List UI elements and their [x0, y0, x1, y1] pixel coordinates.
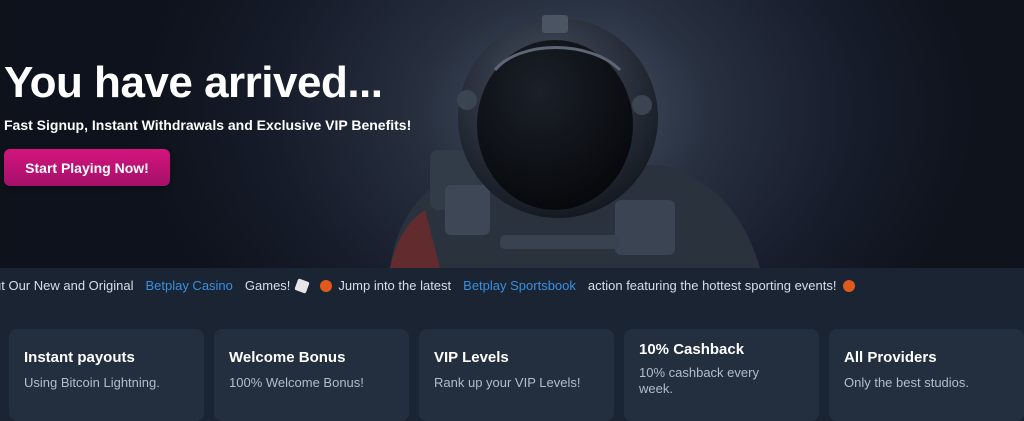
hero-subtitle: Fast Signup, Instant Withdrawals and Exc…: [4, 117, 412, 133]
astronaut-illustration: [390, 15, 760, 268]
basketball-icon: [842, 279, 855, 292]
feature-cards: Instant payouts Using Bitcoin Lightning.…: [0, 302, 1024, 421]
feature-title: VIP Levels: [434, 349, 509, 366]
feature-title: Instant payouts: [24, 349, 135, 366]
feature-card-cashback[interactable]: 10% Cashback 10% cashback every week.: [624, 329, 819, 421]
feature-title: Welcome Bonus: [229, 349, 346, 366]
feature-card-all-providers[interactable]: All Providers Only the best studios.: [829, 329, 1024, 421]
ticker-text: Jump into the latest: [338, 278, 452, 293]
feature-card-instant-payouts[interactable]: Instant payouts Using Bitcoin Lightning.: [9, 329, 204, 421]
hero-title: You have arrived...: [4, 58, 383, 107]
hero-banner: You have arrived... Fast Signup, Instant…: [0, 0, 1024, 268]
feature-card-vip-levels[interactable]: VIP Levels Rank up your VIP Levels!: [419, 329, 614, 421]
ticker-text: ut Our New and Original: [0, 278, 134, 293]
feature-description: Only the best studios.: [844, 375, 970, 390]
ticker-text: Games!: [244, 278, 291, 293]
ticker-text: action featuring the hottest sporting ev…: [587, 278, 837, 293]
feature-description: Using Bitcoin Lightning.: [24, 375, 160, 390]
basketball-icon: [320, 279, 333, 292]
feature-title: 10% Cashback: [639, 341, 745, 358]
announcement-ticker: ut Our New and Original Betplay Casino G…: [0, 268, 1024, 302]
feature-description: 10% cashback every week.: [639, 365, 759, 396]
feature-card-welcome-bonus[interactable]: Welcome Bonus 100% Welcome Bonus!: [214, 329, 409, 421]
start-playing-button[interactable]: Start Playing Now!: [4, 149, 170, 186]
sportsbook-link[interactable]: Betplay Sportsbook: [463, 278, 576, 293]
casino-link[interactable]: Betplay Casino: [145, 278, 232, 293]
feature-description: Rank up your VIP Levels!: [434, 375, 581, 390]
feature-description: 100% Welcome Bonus!: [229, 375, 364, 390]
dice-icon: [294, 277, 311, 294]
feature-title: All Providers: [844, 349, 937, 366]
